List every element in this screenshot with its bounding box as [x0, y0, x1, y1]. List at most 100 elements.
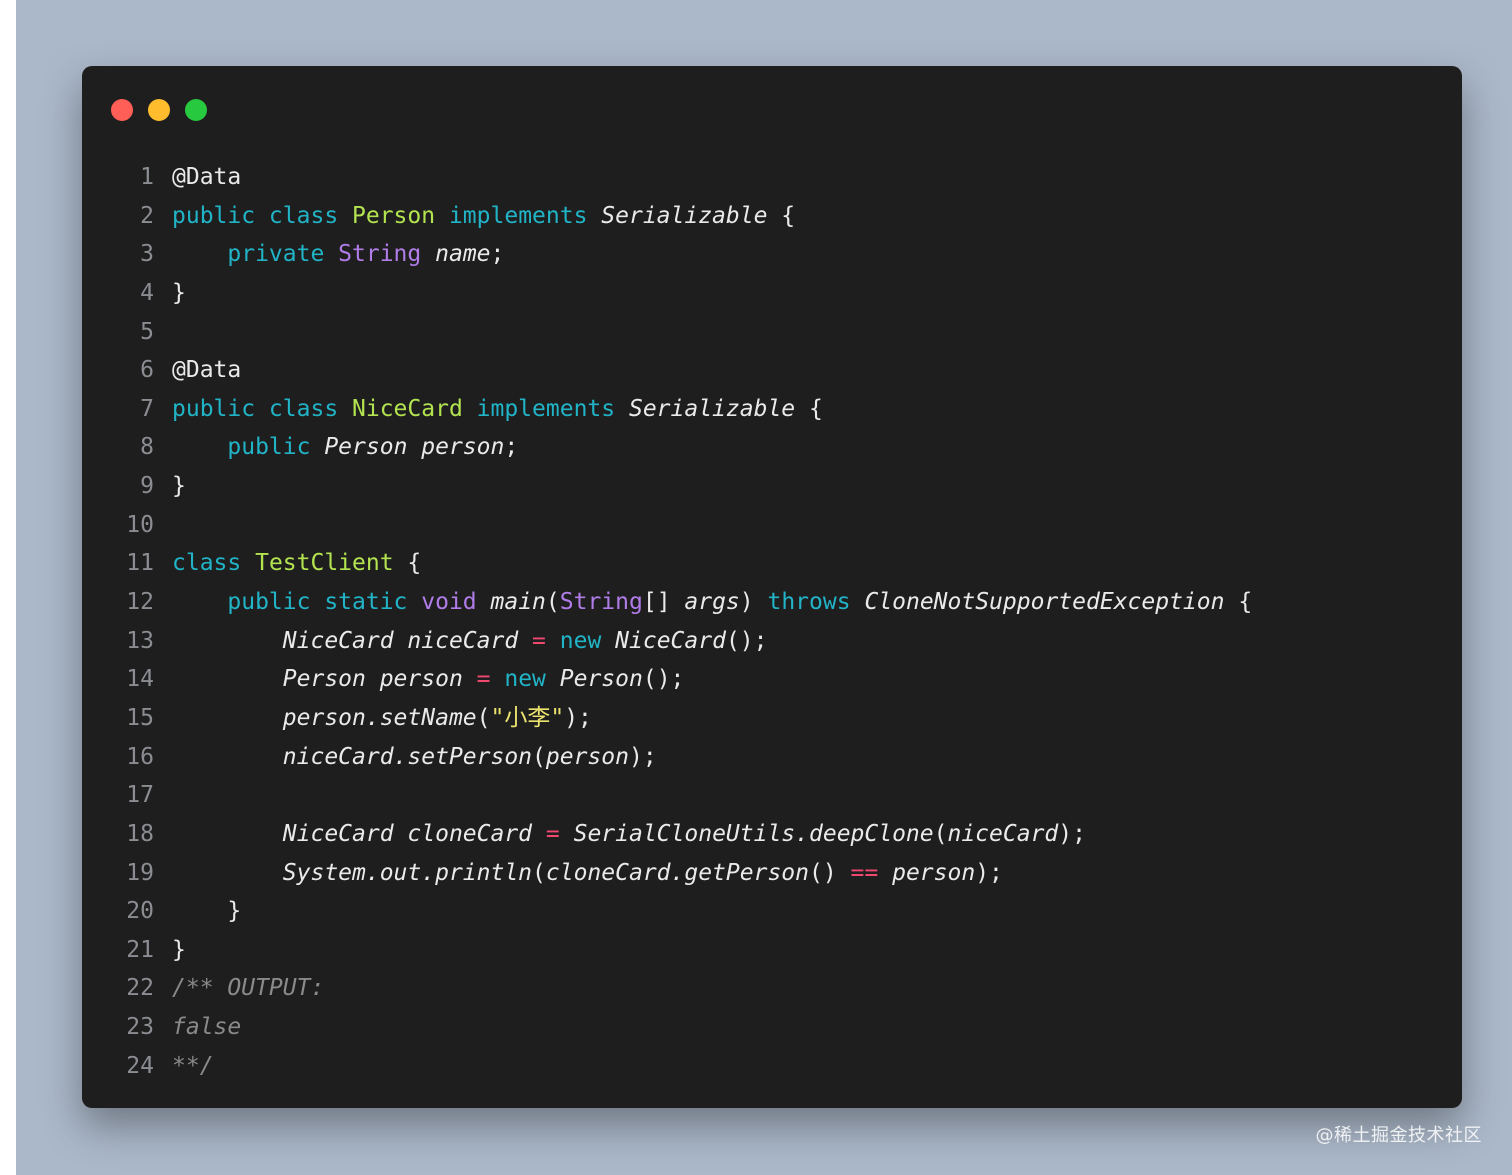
line-source: System.out.println(cloneCard.getPerson()… — [172, 854, 1003, 893]
code-token: name — [435, 241, 491, 268]
code-line: 8 public Person person; — [82, 428, 1462, 467]
line-source: niceCard.setPerson(person); — [172, 738, 657, 777]
code-token: System.out.println — [172, 859, 533, 886]
line-number: 11 — [126, 550, 154, 577]
line-number: 4 — [140, 279, 154, 306]
line-number: 9 — [140, 473, 154, 500]
code-token: Person — [559, 666, 643, 693]
line-number: 22 — [126, 975, 154, 1002]
code-token: NiceCard — [352, 395, 463, 422]
line-number: 14 — [126, 666, 154, 693]
code-token: args — [684, 589, 740, 616]
code-token: } — [172, 279, 186, 306]
code-token: { — [393, 550, 422, 577]
line-number: 21 — [126, 936, 154, 963]
line-number: 3 — [140, 241, 154, 268]
code-line: 10 — [82, 506, 1462, 545]
code-line: 17 — [82, 776, 1462, 815]
line-number: 6 — [140, 357, 154, 384]
code-token: person.setName — [172, 704, 477, 731]
code-window: 1 @Data 2 public class Person implements Se… — [82, 66, 1462, 1108]
code-token: ); — [975, 859, 1003, 886]
code-token: = — [545, 820, 560, 847]
code-token: { — [767, 202, 796, 229]
line-source: } — [172, 931, 186, 970]
code-token: public — [172, 434, 325, 461]
code-token: NiceCard niceCard — [172, 627, 533, 654]
code-token: public class — [172, 395, 353, 422]
code-line: 23 false — [82, 1008, 1462, 1047]
code-line: 5 — [82, 313, 1462, 352]
code-token: void — [421, 589, 477, 616]
code-token: { — [1224, 589, 1253, 616]
code-line: 14 Person person = new Person(); — [82, 660, 1462, 699]
line-source: **/ — [172, 1047, 214, 1086]
code-token: false — [172, 1014, 242, 1041]
code-token: class — [172, 550, 256, 577]
code-line: 7 public class NiceCard implements Serial… — [82, 390, 1462, 429]
code-token: "小李" — [490, 704, 565, 731]
code-token: ( — [933, 820, 948, 847]
code-line: 18 NiceCard cloneCard = SerialCloneUtils… — [82, 815, 1462, 854]
line-source: /** OUTPUT: — [172, 969, 324, 1008]
code-token: public class — [172, 202, 353, 229]
code-token: niceCard.setPerson — [172, 743, 533, 770]
minimize-dot-icon[interactable] — [148, 99, 170, 121]
code-token: NiceCard cloneCard — [172, 820, 546, 847]
line-source: private String name; — [172, 235, 504, 274]
code-line: 9} — [82, 467, 1462, 506]
line-source: NiceCard cloneCard = SerialCloneUtils.de… — [172, 815, 1086, 854]
line-source: public static void main(String[] args) t… — [172, 583, 1252, 622]
code-token: Serializable — [628, 395, 796, 422]
code-token: ( — [476, 704, 491, 731]
line-number: 13 — [126, 627, 154, 654]
code-token: == — [850, 859, 879, 886]
code-token: (); — [725, 627, 768, 654]
line-source: NiceCard niceCard = new NiceCard(); — [172, 622, 768, 661]
code-line: 20 } — [82, 892, 1462, 931]
code-line: 11 class TestClient { — [82, 544, 1462, 583]
code-token: ; — [490, 241, 505, 268]
code-token: ( — [545, 589, 560, 616]
line-source: public class Person implements Serializa… — [172, 197, 795, 236]
line-number: 17 — [126, 782, 154, 809]
close-dot-icon[interactable] — [111, 99, 133, 121]
line-number: 12 — [126, 589, 154, 616]
code-token: = — [476, 666, 491, 693]
code-line: 2 public class Person implements Serializ… — [82, 197, 1462, 236]
line-source: person.setName("小李"); — [172, 699, 592, 738]
code-token: SerialCloneUtils.deepClone — [573, 820, 934, 847]
code-token: Person person — [324, 434, 505, 461]
code-token: } — [172, 473, 186, 500]
watermark: @稀土掘金技术社区 — [1315, 1125, 1482, 1146]
code-token: ); — [1058, 820, 1086, 847]
code-line: 1 @Data — [82, 158, 1462, 197]
code-token: Person person — [172, 666, 477, 693]
code-token: TestClient — [255, 550, 394, 577]
code-token: private — [172, 241, 339, 268]
code-line: 15 person.setName("小李"); — [82, 699, 1462, 738]
code-token: String — [338, 241, 422, 268]
line-source: public Person person; — [172, 428, 518, 467]
code-token: ) — [739, 589, 768, 616]
line-source: @Data — [172, 351, 241, 390]
code-token: throws — [767, 589, 851, 616]
line-number: 24 — [126, 1052, 154, 1079]
code-token: ( — [532, 743, 546, 770]
line-number: 7 — [140, 395, 154, 422]
line-number: 8 — [140, 434, 154, 461]
line-number: 23 — [126, 1014, 154, 1041]
line-number: 19 — [126, 859, 154, 886]
code-token: implements — [462, 395, 629, 422]
maximize-dot-icon[interactable] — [185, 99, 207, 121]
code-token: **/ — [172, 1052, 214, 1079]
code-token: implements — [435, 202, 602, 229]
code-block: 1 @Data 2 public class Person implements Se… — [82, 158, 1462, 1085]
code-token: @Data — [172, 164, 242, 190]
